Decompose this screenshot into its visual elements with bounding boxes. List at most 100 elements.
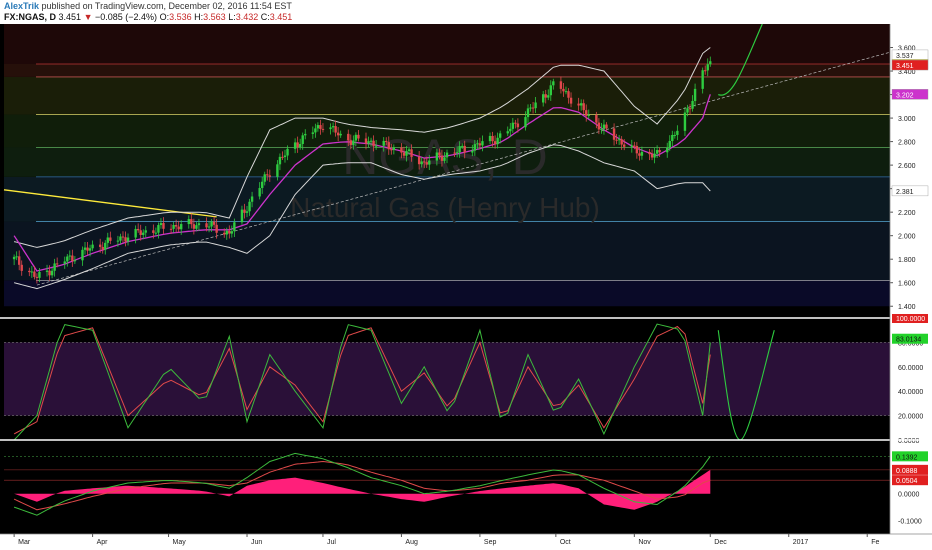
candle-up bbox=[428, 160, 431, 165]
candle-up bbox=[617, 139, 621, 141]
price-tick-label: 1.400 bbox=[898, 304, 916, 311]
candle-up bbox=[63, 261, 66, 264]
candle-down bbox=[121, 236, 125, 238]
candle-down bbox=[516, 123, 520, 128]
time-tick-label: Apr bbox=[97, 539, 109, 546]
candle-up bbox=[68, 255, 72, 257]
candle-up bbox=[369, 140, 373, 142]
candle-up bbox=[488, 135, 492, 142]
candle-down bbox=[334, 126, 337, 133]
candle-up bbox=[640, 151, 644, 156]
candle-up bbox=[630, 145, 633, 147]
candle-up bbox=[693, 88, 697, 101]
candle-up bbox=[142, 232, 145, 235]
chart-area[interactable]: NGAS, D Natural Gas (Henry Hub) 1.400 1.600… bbox=[0, 23, 932, 550]
candle-up bbox=[197, 223, 201, 226]
candle-down bbox=[86, 247, 89, 251]
candle-down bbox=[266, 174, 269, 176]
candle-down bbox=[400, 147, 403, 153]
candle-down bbox=[152, 230, 155, 233]
candle-up bbox=[311, 132, 315, 134]
candle-up bbox=[496, 137, 499, 145]
candle-down bbox=[319, 125, 322, 129]
chart-canvas[interactable]: NGAS, D Natural Gas (Henry Hub) 1.400 1.600… bbox=[0, 23, 932, 550]
candle-up bbox=[374, 145, 378, 147]
candle-up bbox=[420, 161, 423, 165]
candle-down bbox=[177, 226, 180, 230]
candle-up bbox=[653, 153, 656, 158]
candle-up bbox=[655, 150, 659, 154]
candle-down bbox=[215, 224, 218, 233]
candle-up bbox=[668, 141, 671, 148]
candle-up bbox=[154, 232, 158, 234]
candle-down bbox=[357, 134, 360, 139]
candle-up bbox=[352, 140, 355, 145]
candle-up bbox=[367, 141, 370, 144]
candle-down bbox=[387, 142, 390, 150]
candle-down bbox=[544, 94, 547, 98]
candle-up bbox=[405, 151, 408, 156]
candle-down bbox=[71, 255, 74, 262]
candle-up bbox=[45, 270, 49, 272]
symbol-name[interactable]: FX:NGAS, D bbox=[4, 12, 56, 22]
candle-up bbox=[180, 224, 183, 230]
candle-down bbox=[514, 122, 517, 124]
low-value: 3.432 bbox=[235, 12, 259, 22]
author-link[interactable]: AlexTrik bbox=[4, 1, 39, 11]
candle-up bbox=[316, 125, 320, 129]
candle-up bbox=[126, 237, 130, 242]
candle-up bbox=[602, 124, 606, 129]
candle-down bbox=[205, 223, 208, 228]
candle-down bbox=[212, 221, 216, 225]
candle-up bbox=[339, 133, 342, 136]
candle-down bbox=[174, 225, 178, 227]
close-label: C: bbox=[260, 12, 270, 22]
time-tick-label: May bbox=[173, 539, 187, 546]
candle-up bbox=[210, 221, 213, 227]
symbol-line: FX:NGAS, D 3.451 ▼ −0.085 (−2.4%) O:3.53… bbox=[4, 12, 292, 22]
candle-down bbox=[423, 161, 426, 163]
candle-down bbox=[623, 144, 626, 147]
candle-up bbox=[230, 231, 234, 234]
macd-tick-label: 0.0000 bbox=[898, 492, 920, 499]
watermark-name: Natural Gas (Henry Hub) bbox=[290, 192, 600, 223]
time-tick-label: Mar bbox=[18, 539, 31, 546]
price-band bbox=[4, 221, 890, 281]
candle-up bbox=[382, 140, 385, 146]
candle-up bbox=[66, 256, 69, 262]
candle-down bbox=[169, 228, 173, 230]
candle-up bbox=[534, 102, 537, 109]
candle-up bbox=[106, 237, 109, 243]
candle-down bbox=[28, 270, 31, 273]
candle-down bbox=[704, 70, 707, 72]
candle-down bbox=[559, 81, 563, 89]
open-label: O: bbox=[159, 12, 170, 22]
candle-up bbox=[587, 114, 590, 116]
candle-down bbox=[139, 230, 142, 235]
price-tick-label: 3.000 bbox=[898, 116, 916, 123]
macd-value-label: 0.0888 bbox=[896, 468, 918, 475]
candle-down bbox=[402, 152, 406, 156]
candle-down bbox=[349, 140, 353, 145]
candle-up bbox=[233, 222, 236, 232]
price-band bbox=[4, 63, 890, 77]
candle-down bbox=[595, 114, 598, 123]
candle-up bbox=[541, 94, 545, 103]
candle-up bbox=[104, 242, 107, 250]
candle-down bbox=[531, 107, 535, 109]
candle-down bbox=[612, 128, 616, 140]
candle-up bbox=[671, 134, 674, 142]
candle-down bbox=[417, 156, 421, 165]
candle-down bbox=[478, 143, 482, 146]
candle-up bbox=[460, 145, 464, 147]
candle-down bbox=[620, 139, 623, 145]
candle-up bbox=[245, 211, 249, 213]
candle-down bbox=[633, 145, 636, 147]
candle-up bbox=[471, 150, 474, 153]
macd-value-label: 0.1392 bbox=[896, 454, 918, 461]
time-tick-label: Oct bbox=[560, 539, 571, 546]
candle-up bbox=[187, 219, 190, 225]
candle-up bbox=[673, 134, 677, 136]
candle-down bbox=[243, 209, 246, 213]
price-tick-label: 2.200 bbox=[898, 210, 916, 217]
